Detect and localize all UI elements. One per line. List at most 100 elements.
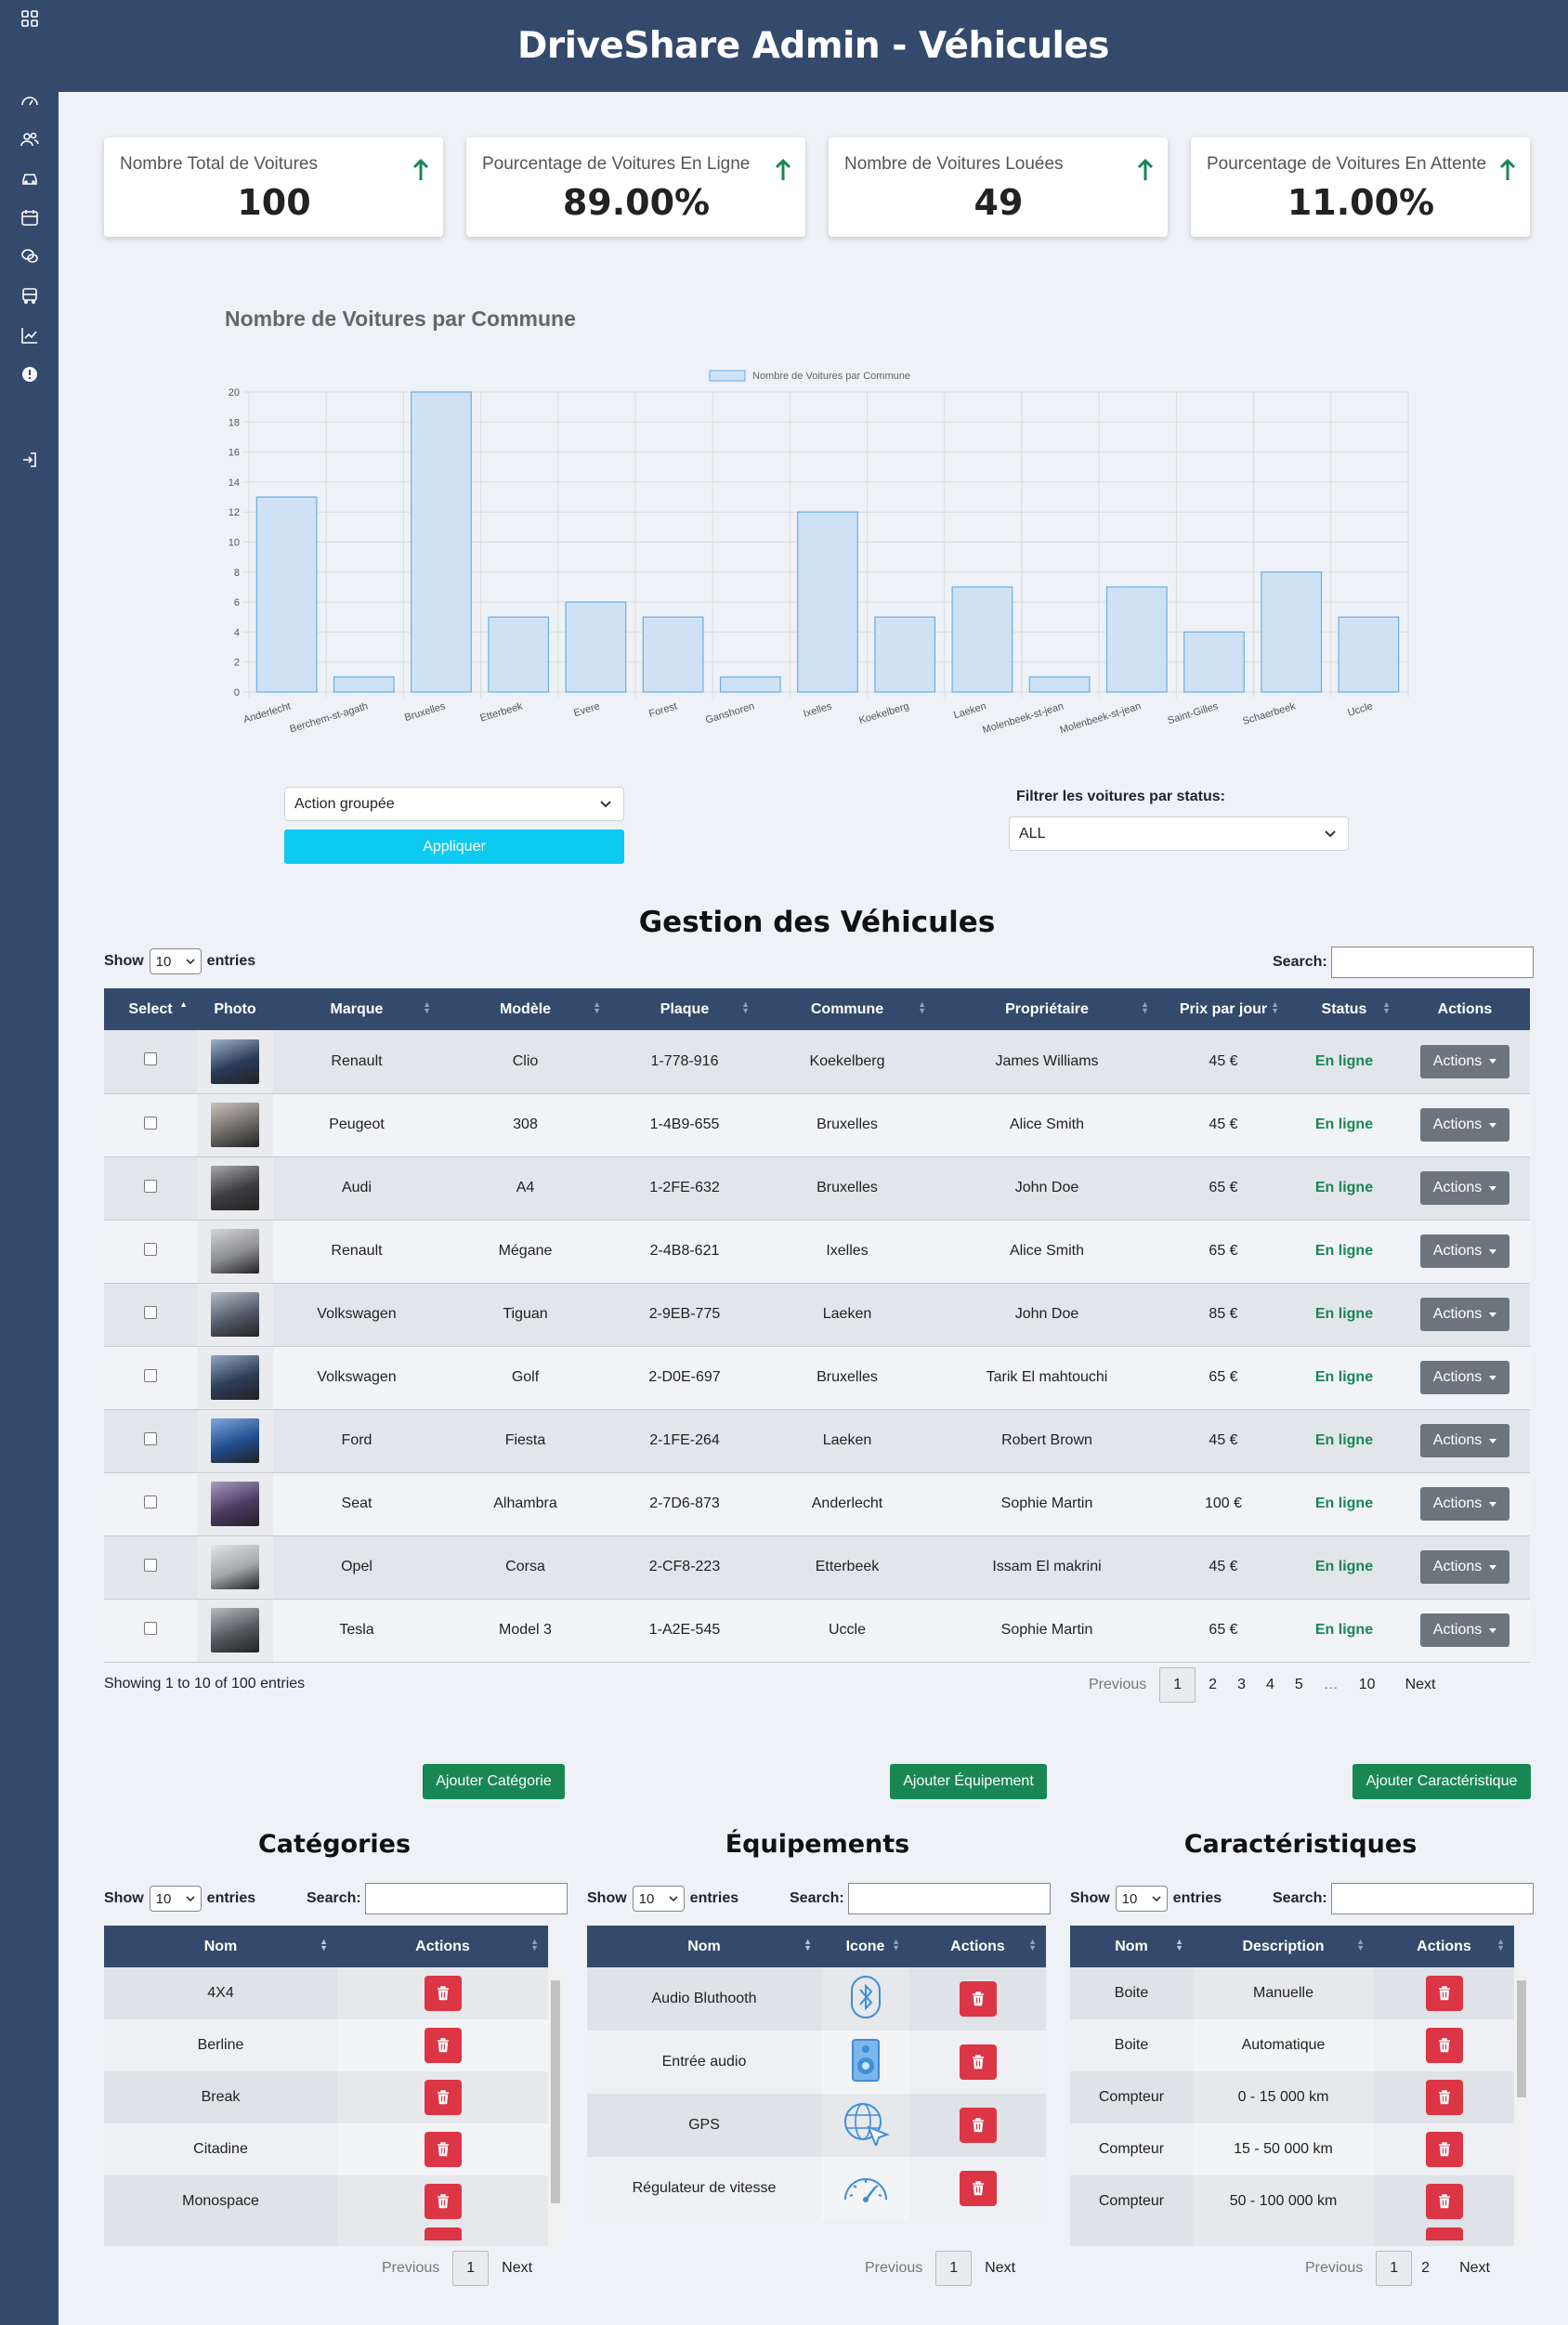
actions-dropdown-button[interactable]: Actions (1420, 1234, 1509, 1268)
next-button[interactable]: Next (977, 2260, 1023, 2277)
page-length-select[interactable]: 10 (1115, 1886, 1168, 1912)
col-marque[interactable]: Marque ▲ ▼ (273, 988, 440, 1030)
grid-icon[interactable] (0, 9, 59, 28)
select-cell[interactable] (104, 1535, 197, 1599)
bulk-action-select[interactable]: Action groupée (284, 787, 624, 821)
delete-button[interactable] (424, 1976, 462, 2011)
alert-icon[interactable] (0, 365, 59, 384)
actions-dropdown-button[interactable]: Actions (1420, 1171, 1509, 1205)
row-checkbox[interactable] (144, 1558, 157, 1572)
prev-button[interactable]: Previous (857, 2260, 930, 2277)
page-length-select[interactable]: 10 (149, 948, 202, 974)
delete-button[interactable] (1425, 2028, 1463, 2063)
delete-button[interactable] (1425, 2132, 1463, 2167)
row-checkbox[interactable] (144, 1052, 157, 1066)
col-actions[interactable]: Actions ▲ ▼ (909, 1926, 1046, 1967)
delete-button[interactable] (424, 2227, 462, 2240)
page-button[interactable]: 3 (1230, 1677, 1259, 1693)
page-length-select[interactable]: 10 (632, 1886, 685, 1912)
col-nom[interactable]: Nom ▲ ▼ (587, 1926, 821, 1967)
col-commune[interactable]: Commune ▲ ▼ (759, 988, 935, 1030)
prev-button[interactable]: Previous (1081, 1677, 1154, 1693)
col-nom[interactable]: Nom ▲ ▼ (1070, 1926, 1193, 1967)
delete-button[interactable] (424, 2184, 462, 2219)
search-input[interactable] (847, 1883, 1051, 1914)
delete-button[interactable] (1425, 1976, 1463, 2011)
actions-dropdown-button[interactable]: Actions (1420, 1298, 1509, 1331)
next-button[interactable]: Next (1452, 2260, 1497, 2277)
actions-dropdown-button[interactable]: Actions (1420, 1613, 1509, 1647)
actions-dropdown-button[interactable]: Actions (1420, 1487, 1509, 1521)
bus-icon[interactable] (0, 286, 59, 305)
categories-scrollbar[interactable] (548, 1967, 563, 2245)
row-checkbox[interactable] (144, 1495, 157, 1509)
select-cell[interactable] (104, 1030, 197, 1093)
row-checkbox[interactable] (144, 1179, 157, 1193)
actions-dropdown-button[interactable]: Actions (1420, 1550, 1509, 1584)
search-input[interactable] (364, 1883, 568, 1914)
caracteristiques-scrollbar[interactable] (1514, 1967, 1529, 2245)
row-checkbox[interactable] (144, 1305, 157, 1319)
select-cell[interactable] (104, 1283, 197, 1346)
logout-icon[interactable] (0, 451, 59, 469)
next-button[interactable]: Next (494, 2260, 540, 2277)
col-icone[interactable]: Icone ▲ ▼ (821, 1926, 909, 1967)
delete-button[interactable] (424, 2028, 462, 2063)
select-cell[interactable] (104, 1409, 197, 1472)
add-equipment-button[interactable]: Ajouter Équipement (890, 1764, 1047, 1799)
delete-button[interactable] (1425, 2184, 1463, 2219)
row-checkbox[interactable] (144, 1368, 157, 1382)
select-cell[interactable] (104, 1599, 197, 1662)
search-input[interactable] (1330, 947, 1534, 978)
select-cell[interactable] (104, 1093, 197, 1156)
prev-button[interactable]: Previous (374, 2260, 447, 2277)
col-actions[interactable]: Actions ▲ ▼ (337, 1926, 548, 1967)
row-checkbox[interactable] (144, 1431, 157, 1445)
next-button[interactable]: Next (1398, 1677, 1444, 1693)
page-button[interactable]: 1 (1376, 2251, 1413, 2286)
delete-button[interactable] (1425, 2080, 1463, 2115)
row-checkbox[interactable] (144, 1621, 157, 1635)
col-description[interactable]: Description ▲ ▼ (1193, 1926, 1374, 1967)
row-checkbox[interactable] (144, 1116, 157, 1130)
search-input[interactable] (1330, 1883, 1534, 1914)
actions-dropdown-button[interactable]: Actions (1420, 1424, 1509, 1457)
users-icon[interactable] (0, 130, 59, 149)
col-select[interactable]: Select ▲ (104, 988, 197, 1030)
car-icon[interactable] (0, 169, 59, 188)
col-plaque[interactable]: Plaque ▲ ▼ (610, 988, 759, 1030)
delete-button[interactable] (959, 2108, 997, 2143)
page-button[interactable]: 4 (1259, 1677, 1287, 1693)
page-button[interactable]: 1 (935, 2251, 973, 2286)
delete-button[interactable] (424, 2132, 462, 2167)
page-button[interactable]: 1 (1159, 1667, 1196, 1703)
row-checkbox[interactable] (144, 1242, 157, 1256)
col-actions[interactable]: Actions ▲ ▼ (1374, 1926, 1514, 1967)
delete-button[interactable] (959, 2171, 997, 2206)
status-filter-select[interactable]: ALL (1009, 816, 1349, 851)
page-button[interactable]: 2 (1418, 2260, 1452, 2277)
col-proprietaire[interactable]: Propriétaire ▲ ▼ (935, 988, 1158, 1030)
col-prix[interactable]: Prix par jour ▲ ▼ (1158, 988, 1288, 1030)
add-characteristic-button[interactable]: Ajouter Caractéristique (1352, 1764, 1531, 1799)
select-cell[interactable] (104, 1220, 197, 1283)
page-button[interactable]: 1 (452, 2251, 490, 2286)
delete-button[interactable] (959, 1981, 997, 2017)
delete-button[interactable] (1425, 2227, 1463, 2240)
apply-button[interactable]: Appliquer (284, 829, 624, 864)
col-modele[interactable]: Modèle ▲ ▼ (440, 988, 610, 1030)
col-nom[interactable]: Nom ▲ ▼ (104, 1926, 337, 1967)
calendar-icon[interactable] (0, 208, 59, 227)
select-cell[interactable] (104, 1472, 197, 1535)
delete-button[interactable] (959, 2044, 997, 2080)
prev-button[interactable]: Previous (1298, 2260, 1370, 2277)
page-button[interactable]: 2 (1201, 1677, 1230, 1693)
dashboard-icon[interactable] (0, 91, 59, 110)
chart-line-icon[interactable] (0, 326, 59, 345)
col-status[interactable]: Status ▲ ▼ (1288, 988, 1400, 1030)
page-button[interactable]: 5 (1287, 1677, 1316, 1693)
chat-icon[interactable] (0, 247, 59, 266)
actions-dropdown-button[interactable]: Actions (1420, 1361, 1509, 1394)
actions-dropdown-button[interactable]: Actions (1420, 1044, 1509, 1078)
actions-dropdown-button[interactable]: Actions (1420, 1108, 1509, 1142)
